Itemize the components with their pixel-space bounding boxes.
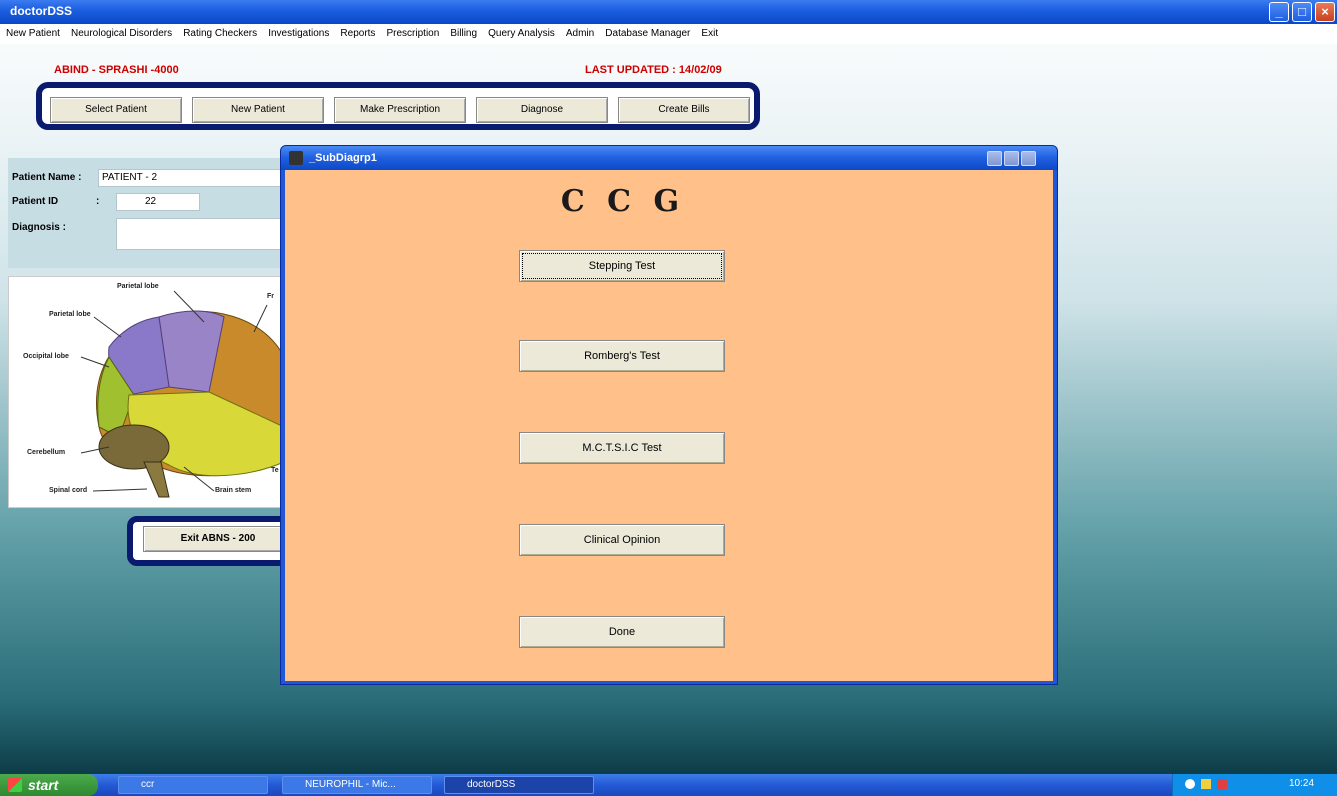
create-bills-button[interactable]: Create Bills	[618, 97, 750, 123]
diagnosis-label: Diagnosis :	[12, 222, 66, 233]
patient-id-field[interactable]: 22	[116, 193, 200, 211]
main-toolbar: Select Patient New Patient Make Prescrip…	[36, 82, 760, 130]
done-button[interactable]: Done	[519, 616, 725, 648]
app-title-bar: doctorDSS _ □ ×	[0, 0, 1337, 24]
dialog-minimize-icon[interactable]	[987, 151, 1002, 166]
new-patient-button[interactable]: New Patient	[192, 97, 324, 123]
maximize-icon[interactable]: □	[1292, 2, 1312, 22]
speaker-icon[interactable]	[1201, 779, 1211, 789]
start-label: start	[28, 777, 59, 793]
frontal-lobe-label: Fr	[267, 293, 274, 300]
temporal-lobe-label: Te	[271, 467, 279, 474]
dialog-title: _SubDiagrp1	[309, 152, 377, 164]
mctsic-test-button[interactable]: M.C.T.S.I.C Test	[519, 432, 725, 464]
system-tray: 10:24	[1172, 774, 1337, 796]
menu-item-investigations[interactable]: Investigations	[268, 24, 329, 44]
diagnosis-field[interactable]	[116, 218, 290, 250]
menu-item-new-patient[interactable]: New Patient	[6, 24, 60, 44]
ccg-dialog: _SubDiagrp1 C C G Stepping Test Romberg'…	[280, 145, 1058, 685]
menu-item-neurological-disorders[interactable]: Neurological Disorders	[71, 24, 172, 44]
dialog-close-icon[interactable]	[1021, 151, 1036, 166]
diagnose-button[interactable]: Diagnose	[476, 97, 608, 123]
security-icon[interactable]	[1217, 779, 1227, 789]
patient-id-label: Patient ID	[12, 196, 59, 207]
taskbar-item-ccr[interactable]: ccr	[118, 776, 268, 794]
app-title: doctorDSS	[10, 4, 73, 18]
last-updated-label: LAST UPDATED : 14/02/09	[585, 64, 722, 76]
dialog-maximize-icon[interactable]	[1004, 151, 1019, 166]
menu-bar: New Patient Neurological Disorders Ratin…	[0, 24, 1337, 44]
close-icon[interactable]: ×	[1315, 2, 1335, 22]
dialog-body: C C G Stepping Test Romberg's Test M.C.T…	[285, 170, 1053, 681]
menu-item-exit[interactable]: Exit	[701, 24, 718, 44]
menu-item-database-manager[interactable]: Database Manager	[605, 24, 690, 44]
occipital-lobe-label: Occipital lobe	[23, 353, 69, 360]
patient-id-colon: :	[96, 196, 100, 207]
dialog-title-bar: _SubDiagrp1	[281, 146, 1057, 170]
brain-stem-label: Brain stem	[215, 487, 252, 494]
taskbar: start ccr NEUROPHIL - Mic... doctorDSS 1…	[0, 774, 1337, 796]
app-icon	[289, 151, 303, 165]
dialog-heading: C C G	[560, 184, 686, 219]
taskbar-item-doctordss[interactable]: doctorDSS	[444, 776, 594, 794]
start-button[interactable]: start	[0, 774, 98, 796]
windows-logo-icon	[8, 778, 22, 792]
spinal-cord-label: Spinal cord	[49, 487, 88, 494]
network-icon[interactable]	[1185, 779, 1195, 789]
exit-button[interactable]: Exit ABNS - 200	[143, 526, 293, 552]
menu-item-rating-checkers[interactable]: Rating Checkers	[183, 24, 257, 44]
make-prescription-button[interactable]: Make Prescription	[334, 97, 466, 123]
parietal-lobe-label: Parietal lobe	[117, 283, 159, 290]
rombergs-test-button[interactable]: Romberg's Test	[519, 340, 725, 372]
menu-item-reports[interactable]: Reports	[340, 24, 375, 44]
menu-item-prescription[interactable]: Prescription	[386, 24, 439, 44]
patient-name-label: Patient Name :	[12, 172, 82, 183]
exit-panel: Exit ABNS - 200	[127, 516, 297, 566]
stepping-test-button[interactable]: Stepping Test	[519, 250, 725, 282]
menu-item-query-analysis[interactable]: Query Analysis	[488, 24, 555, 44]
patient-name-field[interactable]: PATIENT - 2	[98, 169, 290, 187]
parietal-lobe-side-label: Parietal lobe	[49, 311, 91, 318]
brain-diagram: Parietal lobe Fr Parietal lobe Occipital…	[8, 276, 293, 508]
menu-item-billing[interactable]: Billing	[450, 24, 477, 44]
minimize-icon[interactable]: _	[1269, 2, 1289, 22]
taskbar-item-neurophil[interactable]: NEUROPHIL - Mic...	[282, 776, 432, 794]
clinical-opinion-button[interactable]: Clinical Opinion	[519, 524, 725, 556]
clock: 10:24	[1289, 778, 1315, 789]
select-patient-button[interactable]: Select Patient	[50, 97, 182, 123]
menu-item-admin[interactable]: Admin	[566, 24, 594, 44]
patient-info-panel: Patient Name : PATIENT - 2 Patient ID : …	[8, 158, 293, 268]
app-header-label: ABIND - SPRASHI -4000	[54, 64, 179, 76]
cerebellum-label: Cerebellum	[27, 449, 66, 456]
